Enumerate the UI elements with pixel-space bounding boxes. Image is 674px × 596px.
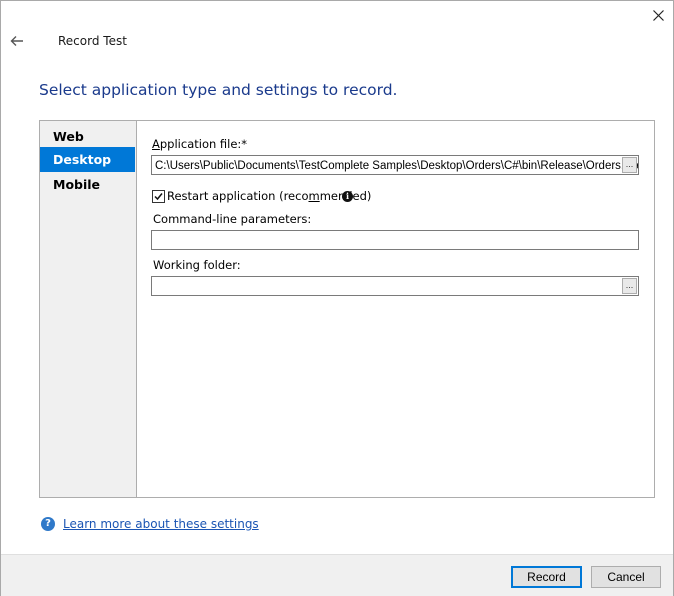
back-button[interactable] (7, 32, 27, 50)
back-arrow-icon (10, 36, 23, 46)
sidebar-item-desktop[interactable]: Desktop (40, 147, 135, 172)
learn-more-link[interactable]: Learn more about these settings (63, 517, 259, 531)
close-icon (652, 9, 664, 21)
working-folder-browse-button[interactable]: ... (622, 278, 637, 294)
application-file-field[interactable]: C:\Users\Public\Documents\TestComplete S… (151, 155, 639, 175)
working-folder-field[interactable]: ... (151, 276, 639, 296)
record-test-dialog: Record Test Select application type and … (0, 0, 674, 596)
close-button[interactable] (646, 5, 670, 25)
help-icon: ? (41, 517, 55, 531)
sidebar-item-mobile[interactable]: Mobile (40, 172, 135, 197)
dialog-footer: Record Cancel (1, 554, 673, 596)
command-line-input[interactable] (151, 230, 639, 250)
application-file-value: C:\Users\Public\Documents\TestComplete S… (155, 160, 639, 172)
cancel-button[interactable]: Cancel (591, 566, 661, 588)
working-folder-label: Working folder: (153, 258, 241, 272)
dialog-title: Record Test (58, 34, 127, 48)
info-icon[interactable]: i (342, 191, 353, 202)
restart-application-checkbox[interactable] (152, 190, 165, 203)
application-file-browse-button[interactable]: ... (622, 157, 637, 173)
settings-panel: Web Desktop Mobile (39, 120, 655, 498)
checkmark-icon (154, 193, 163, 201)
application-file-label: Application file:* (152, 137, 248, 151)
record-button[interactable]: Record (511, 566, 582, 588)
command-line-label: Command-line parameters: (153, 212, 312, 226)
sidebar-item-web[interactable]: Web (40, 124, 135, 149)
page-heading: Select application type and settings to … (39, 81, 398, 99)
restart-application-label[interactable]: Restart application (recommended) (167, 189, 371, 203)
app-type-sidebar: Web Desktop Mobile (40, 121, 137, 497)
